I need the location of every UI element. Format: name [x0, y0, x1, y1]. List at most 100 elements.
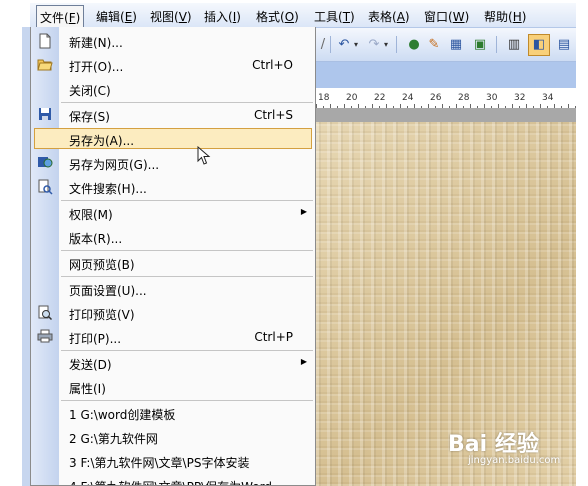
menu-tools[interactable]: 工具(T) [314, 8, 355, 25]
page-gap [316, 108, 576, 122]
save-as-web-icon [37, 155, 53, 171]
menu-table[interactable]: 表格(A) [368, 8, 410, 25]
redo-dropdown-icon[interactable]: ▾ [382, 37, 390, 52]
toolbar-separator [396, 36, 397, 53]
document-map-icon[interactable]: ▤ [556, 37, 572, 52]
menu-file-mnemonic: F [68, 11, 76, 25]
menu-window-label: 窗口( [424, 10, 453, 24]
menu-item-label: 权限(M) [69, 208, 113, 222]
printer-icon [37, 329, 53, 345]
menu-item-shortcut: Ctrl+S [253, 108, 293, 122]
menu-item-new[interactable]: 新建(N)... [31, 29, 315, 53]
drawing-icon: ◧ [532, 37, 546, 52]
menu-table-end: ) [404, 10, 410, 24]
menu-item-web-preview[interactable]: 网页预览(B) [31, 251, 315, 275]
menu-item-recent-1[interactable]: 1 G:\word创建模板 [31, 401, 315, 425]
menu-insert[interactable]: 插入(I) [204, 8, 241, 25]
menu-format-mnemonic: O [284, 10, 295, 24]
menu-window[interactable]: 窗口(W) [424, 8, 469, 25]
menu-item-print[interactable]: 打印(P)... Ctrl+P [31, 325, 315, 349]
menu-item-close[interactable]: 关闭(C) [31, 77, 315, 101]
ruler-number: 30 [486, 93, 498, 103]
formatting-toolbar-area [316, 62, 576, 88]
submenu-arrow-icon: ▶ [300, 357, 307, 366]
menu-edit[interactable]: 编辑(E) [96, 8, 137, 25]
menu-item-label: 版本(R)... [69, 232, 123, 246]
menu-format[interactable]: 格式(O) [256, 8, 299, 25]
insert-table-icon[interactable]: ▦ [448, 37, 464, 52]
menu-item-label: 2 G:\第九软件网 [69, 432, 158, 446]
undo-icon[interactable]: ↶ [336, 37, 352, 52]
menu-insert-end: ) [236, 10, 241, 24]
standard-toolbar: / ↶ ▾ ↷ ▾ ● ✎ ▦ ▣ ▥ ◧ ▤ [316, 28, 576, 62]
horizontal-ruler[interactable]: 18 20 22 24 26 28 30 32 34 [316, 90, 576, 109]
menu-view-label: 视图( [150, 10, 179, 24]
menu-help[interactable]: 帮助(H) [484, 8, 526, 25]
menu-format-end: ) [294, 10, 299, 24]
tables-borders-icon[interactable]: ✎ [426, 37, 442, 52]
menu-item-label: 另存为(A)... [69, 134, 135, 148]
menu-item-label: 4 F:\第九软件网\文章\PP\保存为Word [69, 478, 272, 485]
menu-window-mnemonic: W [452, 10, 465, 24]
menu-bar: 文件(F) 编辑(E) 视图(V) 插入(I) 格式(O) 工具(T) 表格(A… [30, 3, 576, 29]
menu-view-mnemonic: V [178, 10, 187, 24]
menu-item-label: 打印预览(V) [69, 308, 135, 322]
menu-item-permission[interactable]: 权限(M) ▶ [31, 201, 315, 225]
menu-item-label: 打开(O)... [69, 60, 124, 74]
toolbar-separator [496, 36, 497, 53]
menu-item-recent-3[interactable]: 3 F:\第九软件网\文章\PS字体安装 [31, 449, 315, 473]
ruler-number: 22 [374, 93, 386, 103]
menu-item-label: 3 F:\第九软件网\文章\PS字体安装 [69, 456, 250, 470]
menu-item-file-search[interactable]: 文件搜索(H)... [31, 175, 315, 199]
menu-item-properties[interactable]: 属性(I) [31, 375, 315, 399]
submenu-arrow-icon: ▶ [300, 207, 307, 216]
menu-item-page-setup[interactable]: 页面设置(U)... [31, 277, 315, 301]
menu-file-label: 文件( [40, 11, 69, 25]
menu-item-label: 属性(I) [69, 382, 106, 396]
menu-view-end: ) [186, 10, 192, 24]
print-preview-icon [37, 305, 53, 321]
menu-item-save[interactable]: 保存(S) Ctrl+S [31, 103, 315, 127]
menu-item-label: 网页预览(B) [69, 258, 135, 272]
menu-help-label: 帮助( [484, 10, 513, 24]
ruler-number: 26 [430, 93, 442, 103]
menu-tools-label: 工具( [314, 10, 343, 24]
menu-item-save-as-web[interactable]: 另存为网页(G)... [31, 151, 315, 175]
undo-dropdown-icon[interactable]: ▾ [352, 37, 360, 52]
ruler-number: 20 [346, 93, 358, 103]
insert-excel-icon[interactable]: ▣ [472, 37, 488, 52]
menu-window-end: ) [464, 10, 470, 24]
menu-file[interactable]: 文件(F) [36, 5, 85, 29]
menu-item-label: 页面设置(U)... [69, 284, 147, 298]
toolbar-separator [330, 36, 331, 53]
hyperlink-icon[interactable]: ● [406, 37, 422, 52]
watermark-site: jingyan.baidu.com [468, 455, 561, 466]
menu-item-recent-2[interactable]: 2 G:\第九软件网 [31, 425, 315, 449]
menu-format-label: 格式( [256, 10, 285, 24]
menu-item-recent-4[interactable]: 4 F:\第九软件网\文章\PP\保存为Word [31, 473, 315, 485]
menu-item-print-preview[interactable]: 打印预览(V) [31, 301, 315, 325]
menu-table-mnemonic: A [396, 10, 405, 24]
word-window: 文件(F) 编辑(E) 视图(V) 插入(I) 格式(O) 工具(T) 表格(A… [0, 0, 576, 486]
menu-item-save-as[interactable]: 另存为(A)... [31, 127, 315, 151]
menu-item-versions[interactable]: 版本(R)... [31, 225, 315, 249]
menu-item-send[interactable]: 发送(D) ▶ [31, 351, 315, 375]
menu-file-end: ) [75, 11, 81, 25]
menu-item-label: 文件搜索(H)... [69, 182, 147, 196]
menu-help-mnemonic: H [512, 10, 522, 24]
menu-item-shortcut: Ctrl+P [254, 330, 293, 344]
ruler-number: 24 [402, 93, 414, 103]
menu-item-open[interactable]: 打开(O)... Ctrl+O [31, 53, 315, 77]
ruler-number: 18 [318, 93, 330, 103]
menu-edit-label: 编辑( [96, 10, 125, 24]
menu-view[interactable]: 视图(V) [150, 8, 192, 25]
menu-edit-end: ) [132, 10, 137, 24]
brush-icon[interactable]: / [318, 37, 328, 52]
toolbar-dock-strip [22, 27, 30, 486]
new-document-icon [37, 33, 53, 49]
ruler-number: 32 [514, 93, 526, 103]
baidu-jingyan-watermark: Bai 经验 [448, 432, 539, 457]
redo-icon[interactable]: ↷ [366, 37, 382, 52]
columns-icon[interactable]: ▥ [506, 37, 522, 52]
file-search-icon [37, 179, 53, 195]
